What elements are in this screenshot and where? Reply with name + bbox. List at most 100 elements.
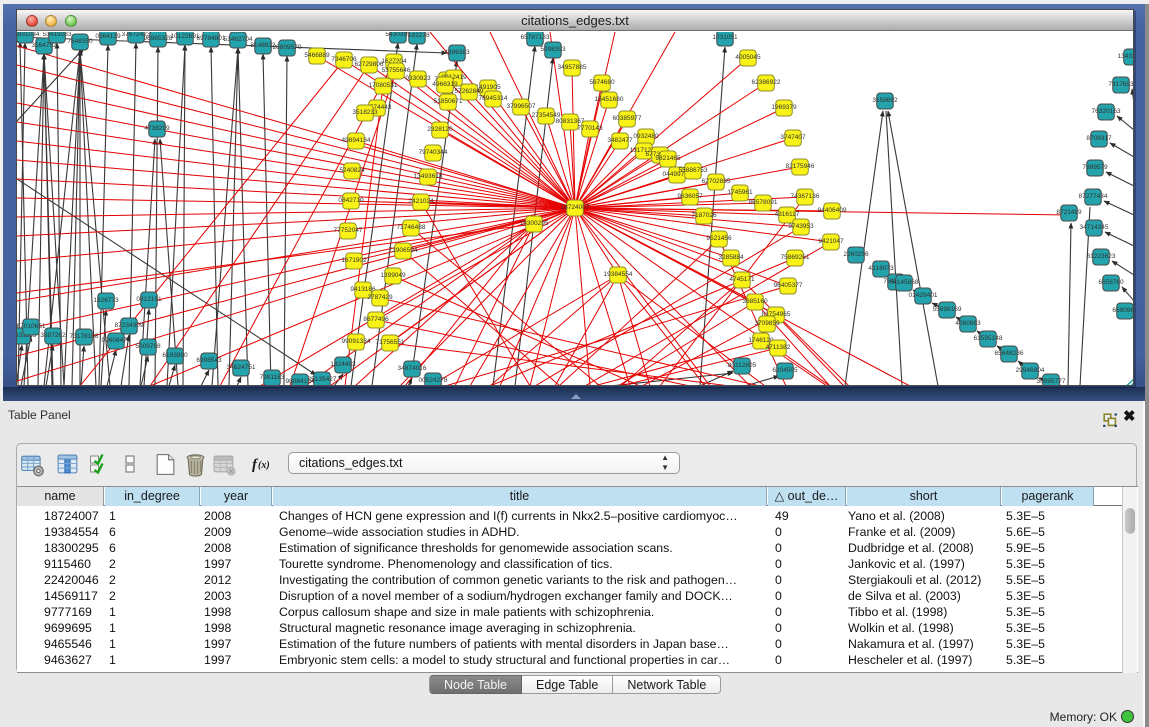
svg-text:80831367: 80831367 <box>556 118 585 125</box>
svg-text:62702895: 62702895 <box>702 178 731 185</box>
svg-text:4216073: 4216073 <box>868 265 894 272</box>
svg-text:28809570: 28809570 <box>273 44 302 51</box>
svg-text:55698169: 55698169 <box>933 306 962 313</box>
svg-text:37996507: 37996507 <box>507 103 536 110</box>
svg-text:53755646: 53755646 <box>382 67 411 74</box>
svg-text:3518233: 3518233 <box>352 109 378 116</box>
svg-text:18300295: 18300295 <box>520 220 549 227</box>
svg-text:61595148: 61595148 <box>974 335 1003 342</box>
svg-text:4060883: 4060883 <box>955 320 981 327</box>
svg-text:00524278: 00524278 <box>419 377 448 384</box>
svg-text:17080531: 17080531 <box>369 82 398 89</box>
svg-text:7187026: 7187026 <box>691 212 717 219</box>
svg-text:34874016: 34874016 <box>398 365 427 372</box>
svg-text:6193990: 6193990 <box>162 352 188 359</box>
svg-text:74367136: 74367136 <box>791 193 820 200</box>
svg-text:1745961: 1745961 <box>727 189 753 196</box>
svg-text:95931034: 95931034 <box>17 32 40 38</box>
svg-text:94406409: 94406409 <box>818 207 847 214</box>
svg-text:7182278: 7182278 <box>404 32 430 39</box>
svg-text:3285884: 3285884 <box>718 254 744 261</box>
svg-text:4745171: 4745171 <box>729 276 755 283</box>
svg-text:73178108: 73178108 <box>70 333 99 340</box>
svg-text:8721489: 8721489 <box>1056 209 1082 216</box>
svg-text:1399049: 1399049 <box>380 272 406 279</box>
svg-text:9636057: 9636057 <box>677 193 703 200</box>
svg-text:0842710: 0842710 <box>338 197 364 204</box>
svg-text:13493618: 13493618 <box>414 173 443 180</box>
svg-text:4316117: 4316117 <box>775 211 800 218</box>
svg-text:5674680: 5674680 <box>589 79 615 86</box>
svg-text:9521456: 9521456 <box>706 235 732 242</box>
svg-text:6998543: 6998543 <box>196 357 222 364</box>
svg-text:62386922: 62386922 <box>752 79 781 86</box>
svg-text:62729806: 62729806 <box>355 61 384 68</box>
svg-text:77752047: 77752047 <box>334 227 363 234</box>
svg-text:81223623: 81223623 <box>1087 253 1116 260</box>
svg-text:34624751: 34624751 <box>227 364 256 371</box>
svg-text:34957885: 34957885 <box>558 64 587 71</box>
svg-text:6658760: 6658760 <box>1098 279 1124 286</box>
svg-text:29946804: 29946804 <box>1016 367 1045 374</box>
svg-text:7889579: 7889579 <box>1082 164 1108 171</box>
svg-text:7648350: 7648350 <box>67 38 93 45</box>
svg-text:5098393: 5098393 <box>540 46 566 53</box>
svg-text:7991183: 7991183 <box>260 374 285 381</box>
svg-text:3709859: 3709859 <box>754 320 780 327</box>
svg-text:0330923: 0330923 <box>405 75 431 82</box>
svg-text:5009788: 5009788 <box>135 343 161 350</box>
svg-text:36995777: 36995777 <box>1037 378 1066 385</box>
svg-text:02606474: 02606474 <box>102 337 131 344</box>
svg-text:54145868: 54145868 <box>890 279 919 286</box>
svg-text:6690967: 6690967 <box>1112 307 1133 314</box>
svg-text:98084124: 98084124 <box>286 378 315 385</box>
svg-text:71746488: 71746488 <box>397 224 426 231</box>
svg-text:3482477: 3482477 <box>607 137 633 144</box>
svg-text:57262849: 57262849 <box>455 88 484 95</box>
svg-text:15451680: 15451680 <box>595 96 624 103</box>
svg-text:7346706: 7346706 <box>331 56 357 63</box>
svg-text:82175946: 82175946 <box>786 163 815 170</box>
svg-text:87277434: 87277434 <box>1079 193 1108 200</box>
svg-text:0812191: 0812191 <box>136 296 162 303</box>
svg-text:01429401: 01429401 <box>909 292 938 299</box>
svg-text:1671902: 1671902 <box>341 257 367 264</box>
svg-text:1969379: 1969379 <box>771 104 797 111</box>
svg-text:60385977: 60385977 <box>613 115 642 122</box>
svg-text:71906594: 71906594 <box>389 247 418 254</box>
svg-text:80112805: 80112805 <box>728 362 757 369</box>
svg-text:(x): (x) <box>258 460 270 471</box>
svg-text:5240824: 5240824 <box>339 167 365 174</box>
svg-text:19384554: 19384554 <box>604 271 633 278</box>
svg-text:2421024: 2421024 <box>408 198 434 205</box>
svg-text:87234309: 87234309 <box>115 322 144 329</box>
svg-text:99091334: 99091334 <box>342 338 371 345</box>
svg-text:3685160: 3685160 <box>742 298 768 305</box>
svg-text:86578091: 86578091 <box>749 199 778 206</box>
svg-text:4896383: 4896383 <box>444 49 470 56</box>
svg-text:65648236: 65648236 <box>995 350 1024 357</box>
svg-text:49894134: 49894134 <box>342 137 371 144</box>
svg-text:71756551: 71756551 <box>376 339 405 346</box>
svg-text:4005045: 4005045 <box>735 54 761 61</box>
svg-text:9821465: 9821465 <box>655 155 681 162</box>
svg-text:10122691: 10122691 <box>171 33 200 40</box>
svg-text:7770143: 7770143 <box>577 125 603 132</box>
svg-text:5466889: 5466889 <box>304 52 330 59</box>
svg-text:65787133: 65787133 <box>521 34 550 41</box>
svg-text:9421047: 9421047 <box>818 238 844 245</box>
svg-text:2328120: 2328120 <box>427 126 453 133</box>
svg-text:1824493: 1824493 <box>330 361 356 368</box>
svg-text:8708317: 8708317 <box>1086 135 1112 142</box>
svg-text:67010651: 67010651 <box>17 323 46 330</box>
svg-text:18724007: 18724007 <box>561 204 590 211</box>
svg-text:51462704: 51462704 <box>224 36 253 43</box>
svg-text:9743953: 9743953 <box>788 223 814 230</box>
svg-text:96405377: 96405377 <box>774 282 803 289</box>
svg-text:2787429: 2787429 <box>367 294 393 301</box>
svg-text:51850671: 51850671 <box>434 98 463 105</box>
svg-text:3747407: 3747407 <box>780 134 806 141</box>
svg-text:4738299: 4738299 <box>144 125 170 132</box>
svg-text:0932480: 0932480 <box>633 133 659 140</box>
svg-text:1031051: 1031051 <box>712 34 738 41</box>
